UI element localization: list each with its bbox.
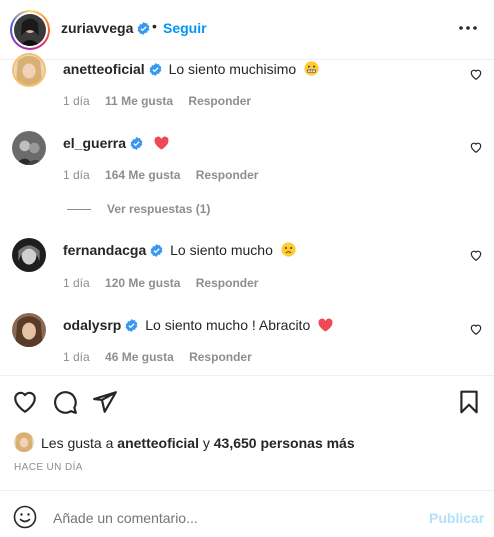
like-comment-heart-icon[interactable]	[469, 322, 483, 336]
comment-text: fernandacga Lo siento mucho	[63, 242, 296, 258]
section-divider	[0, 375, 494, 376]
comment-meta: 1 día 46 Me gusta Responder	[63, 350, 264, 364]
emoji-picker-icon[interactable]	[13, 505, 37, 529]
likes-prefix: Les gusta a	[41, 435, 114, 451]
comment-likes[interactable]: 11 Me gusta	[105, 94, 173, 108]
save-bookmark-icon[interactable]	[456, 389, 482, 415]
comment-username[interactable]: anetteoficial	[63, 61, 145, 77]
comment-bubble-icon[interactable]	[52, 389, 78, 415]
profile-photo	[14, 14, 46, 46]
comment-body: Lo siento mucho ! Abracito	[145, 317, 311, 333]
like-comment-heart-icon[interactable]	[469, 67, 483, 81]
comment-body: Lo siento muchisimo	[168, 61, 297, 77]
avatar-photo	[12, 238, 46, 272]
comment-meta: 1 día 120 Me gusta Responder	[63, 276, 270, 290]
reply-button[interactable]: Responder	[196, 276, 259, 290]
liker-avatar[interactable]	[14, 432, 34, 452]
reply-button[interactable]: Responder	[188, 94, 251, 108]
likes-count[interactable]: 43,650 personas más	[214, 435, 355, 451]
red-heart-icon	[154, 136, 169, 150]
like-heart-icon[interactable]	[12, 389, 38, 415]
comment-username[interactable]: fernandacga	[63, 242, 146, 258]
liker-username[interactable]: anetteoficial	[117, 435, 199, 451]
avatar-photo	[14, 432, 34, 452]
sad-face-icon	[281, 242, 296, 257]
verified-badge-icon	[137, 22, 150, 35]
avatar-photo	[12, 131, 46, 165]
avatar-photo	[14, 55, 44, 85]
comment-meta: 1 día 164 Me gusta Responder	[63, 168, 270, 182]
post-date[interactable]: HACE UN DÍA	[14, 462, 83, 473]
verified-badge-icon	[130, 137, 143, 150]
replies-line	[67, 209, 91, 211]
comment-avatar[interactable]	[12, 313, 46, 347]
follow-button[interactable]: Seguir	[163, 20, 207, 36]
comment-time: 1 día	[63, 276, 90, 290]
verified-badge-icon	[150, 244, 163, 257]
verified-badge-icon	[125, 319, 138, 332]
share-paper-plane-icon[interactable]	[92, 389, 118, 415]
comment-avatar[interactable]	[12, 131, 46, 165]
comment-likes[interactable]: 164 Me gusta	[105, 168, 180, 182]
comment-time: 1 día	[63, 168, 90, 182]
reply-button[interactable]: Responder	[196, 168, 259, 182]
likes-connector: y	[202, 435, 210, 451]
comment-time: 1 día	[63, 350, 90, 364]
publish-button[interactable]: Publicar	[429, 510, 484, 526]
view-replies-button[interactable]: Ver respuestas (1)	[67, 202, 210, 216]
grimacing-face-icon	[304, 61, 319, 76]
comment-likes[interactable]: 120 Me gusta	[105, 276, 180, 290]
comment-input[interactable]	[53, 510, 393, 526]
comment-likes[interactable]: 46 Me gusta	[105, 350, 174, 364]
section-divider	[0, 490, 494, 491]
post-header: zuriavvega • Seguir	[0, 0, 494, 60]
header-username[interactable]: zuriavvega	[61, 20, 150, 36]
comment-body: Lo siento mucho	[170, 242, 273, 258]
comment-text: odalysrp Lo siento mucho ! Abracito	[63, 317, 333, 333]
like-comment-heart-icon[interactable]	[469, 140, 483, 154]
header-username-text[interactable]: zuriavvega	[61, 20, 133, 36]
verified-badge-icon	[149, 63, 162, 76]
separator-dot: •	[152, 18, 157, 34]
comment-username[interactable]: el_guerra	[63, 135, 126, 151]
comment-time: 1 día	[63, 94, 90, 108]
comment-username[interactable]: odalysrp	[63, 317, 121, 333]
view-replies-label[interactable]: Ver respuestas (1)	[107, 202, 210, 216]
like-comment-heart-icon[interactable]	[469, 248, 483, 262]
avatar-photo	[12, 313, 46, 347]
likes-text: Les gusta a anetteoficial y 43,650 perso…	[41, 435, 355, 451]
comment-text: anetteoficial Lo siento muchisimo	[63, 61, 319, 77]
comment-avatar[interactable]	[12, 238, 46, 272]
more-options-icon[interactable]	[458, 18, 478, 38]
reply-button[interactable]: Responder	[189, 350, 252, 364]
comment-text: el_guerra	[63, 135, 169, 151]
red-heart-icon	[318, 318, 333, 332]
profile-avatar[interactable]	[10, 10, 50, 50]
comment-meta: 1 día 11 Me gusta Responder	[63, 94, 263, 108]
comment-avatar[interactable]	[12, 53, 46, 87]
